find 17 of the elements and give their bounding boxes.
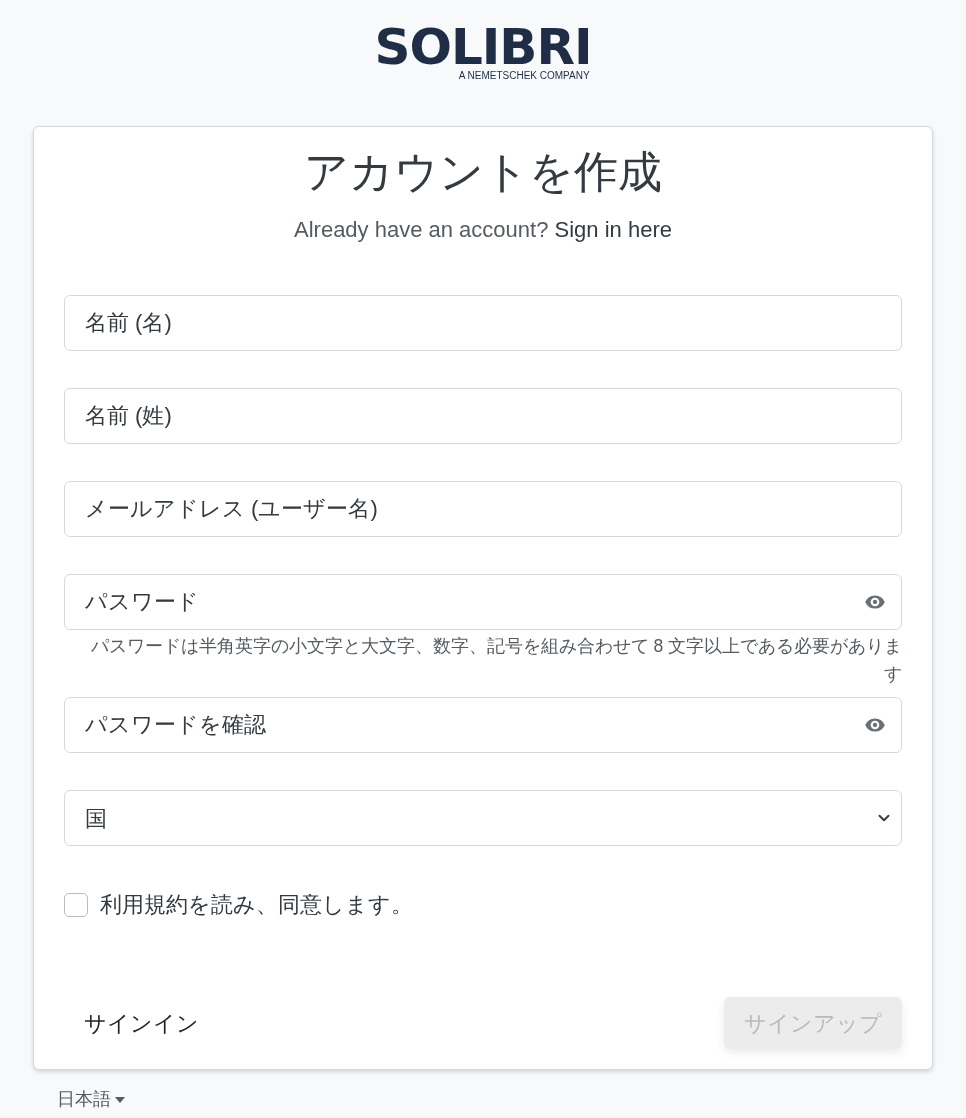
- password-field[interactable]: パスワード: [64, 574, 902, 630]
- text-field[interactable]: メールアドレス (ユーザー名): [64, 481, 902, 537]
- logo-wordmark: SOLIBRI: [374, 24, 592, 70]
- password-field[interactable]: パスワードを確認: [64, 697, 902, 753]
- terms-checkbox[interactable]: [64, 892, 88, 917]
- sign-in-button[interactable]: サインイン: [64, 997, 219, 1049]
- country-select[interactable]: 国: [64, 790, 902, 846]
- terms-label: 利用規約を読み、同意します。: [100, 891, 413, 919]
- text-field[interactable]: 名前 (姓): [64, 388, 902, 444]
- caret-icon: [115, 1096, 125, 1103]
- signin-prompt: Already have an account?: [294, 217, 549, 242]
- logo-tagline: A NEMETSCHEK COMPANY: [458, 70, 590, 82]
- language-selector[interactable]: 日本語: [57, 1086, 125, 1113]
- password-hint: パスワードは半角英字の小文字と大文字、数字、記号を組み合わせて 8 文字以上である必要があります: [89, 635, 902, 686]
- text-field[interactable]: 名前 (名): [64, 295, 902, 351]
- page-title: アカウントを作成: [303, 146, 663, 198]
- sign-in-link[interactable]: Sign in here: [554, 217, 672, 242]
